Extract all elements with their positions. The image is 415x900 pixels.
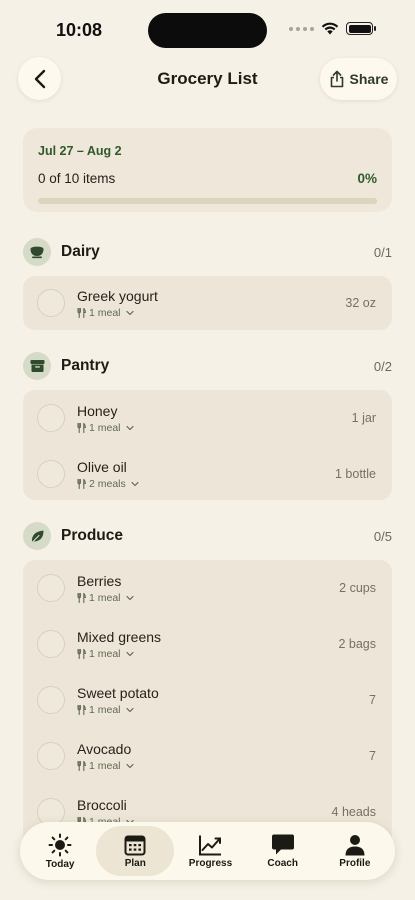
item-name: Avocado	[77, 740, 132, 757]
section-title: Produce	[61, 527, 124, 544]
fork-knife-icon	[77, 307, 86, 318]
item-name: Sweet potato	[77, 684, 159, 701]
tab-profile[interactable]: Profile	[319, 826, 391, 876]
item-quantity: 7	[369, 693, 376, 707]
summary-card: Jul 27 – Aug 2 0 of 10 items 0%	[23, 128, 392, 212]
archive-box-icon	[23, 352, 51, 380]
items-count: 0 of 10 items	[38, 171, 116, 186]
item-name: Honey	[77, 402, 118, 419]
list-item[interactable]: Mixed greens 1 meal 2 bags	[23, 616, 392, 672]
header: Grocery List Share	[0, 57, 415, 101]
percent-complete: 0%	[357, 171, 377, 186]
bottom-fade	[0, 880, 415, 900]
chevron-down-icon	[125, 595, 134, 601]
chevron-down-icon	[125, 763, 134, 769]
chevron-down-icon	[125, 310, 134, 316]
tab-label: Progress	[188, 857, 233, 869]
section-header-produce[interactable]: Produce 0/5	[23, 521, 392, 551]
status-bar: 10:08	[0, 0, 415, 56]
tab-label: Plan	[124, 857, 146, 869]
status-icons	[289, 22, 376, 35]
fork-knife-icon	[77, 648, 86, 659]
signal-icon	[289, 26, 314, 31]
item-checkbox[interactable]	[37, 289, 65, 317]
list-item[interactable]: Avocado 1 meal 7	[23, 728, 392, 784]
tab-progress[interactable]: Progress	[174, 826, 246, 876]
battery-icon	[346, 22, 376, 35]
leaf-icon	[23, 522, 51, 550]
item-quantity: 1 jar	[351, 411, 376, 425]
section-count: 0/2	[373, 358, 392, 374]
list-item[interactable]: Berries 1 meal 2 cups	[23, 560, 392, 616]
item-checkbox[interactable]	[37, 742, 65, 770]
chevron-down-icon	[131, 481, 139, 487]
wifi-icon	[321, 22, 339, 35]
chart-icon	[199, 835, 222, 855]
meals-label: 1 meal	[89, 703, 121, 716]
chevron-down-icon	[125, 651, 134, 657]
fork-knife-icon	[77, 592, 86, 603]
meals-label: 1 meal	[89, 306, 121, 319]
tab-bar: Today Plan Progress Coach Profile	[20, 822, 395, 880]
section-title: Dairy	[61, 243, 100, 260]
tab-label: Coach	[267, 858, 298, 869]
chevron-down-icon	[125, 707, 134, 713]
section-count: 0/1	[373, 244, 392, 260]
status-time: 10:08	[56, 20, 103, 40]
tab-label: Today	[45, 858, 75, 870]
section-list-produce: Berries 1 meal 2 cups Mixed greens 1 mea…	[23, 560, 392, 860]
fork-knife-icon	[77, 760, 86, 771]
share-button[interactable]: Share	[320, 58, 397, 100]
fork-knife-icon	[77, 704, 86, 715]
meals-dropdown[interactable]: 1 meal	[77, 760, 392, 772]
list-item[interactable]: Greek yogurt 1 meal 32 oz	[23, 276, 392, 330]
section-title: Pantry	[61, 357, 110, 374]
list-item[interactable]: Olive oil 2 meals 1 bottle	[23, 446, 392, 502]
meals-label: 2 meals	[89, 477, 126, 490]
fork-knife-icon	[77, 478, 86, 489]
sun-icon	[48, 833, 72, 856]
date-range: Jul 27 – Aug 2	[38, 144, 122, 158]
tab-label: Profile	[339, 857, 371, 869]
chevron-down-icon	[125, 425, 134, 431]
meals-dropdown[interactable]: 1 meal	[77, 422, 392, 434]
tab-coach[interactable]: Coach	[247, 826, 319, 876]
meals-label: 1 meal	[89, 759, 121, 772]
meals-label: 1 meal	[89, 647, 121, 660]
tab-plan[interactable]: Plan	[96, 826, 175, 876]
meals-label: 1 meal	[89, 421, 121, 434]
item-quantity: 7	[369, 749, 376, 763]
list-item[interactable]: Honey 1 meal 1 jar	[23, 390, 392, 446]
calendar-icon	[124, 835, 146, 855]
section-list-dairy: Greek yogurt 1 meal 32 oz	[23, 276, 392, 330]
cup-icon	[23, 238, 51, 266]
section-header-dairy[interactable]: Dairy 0/1	[23, 237, 392, 267]
item-quantity: 2 cups	[339, 581, 376, 595]
person-icon	[345, 834, 365, 855]
dynamic-island	[148, 13, 267, 48]
item-checkbox[interactable]	[37, 460, 65, 488]
section-count: 0/5	[373, 528, 392, 544]
progress-bar	[38, 198, 377, 204]
chat-bubble-icon	[271, 834, 294, 855]
tab-today[interactable]: Today	[24, 826, 96, 876]
item-checkbox[interactable]	[37, 404, 65, 432]
item-checkbox[interactable]	[37, 574, 65, 602]
share-icon	[330, 70, 343, 88]
item-quantity: 4 heads	[331, 805, 376, 819]
share-label: Share	[349, 71, 389, 87]
item-quantity: 32 oz	[345, 296, 376, 310]
item-quantity: 2 bags	[338, 637, 376, 651]
item-checkbox[interactable]	[37, 686, 65, 714]
item-quantity: 1 bottle	[334, 467, 376, 481]
section-header-pantry[interactable]: Pantry 0/2	[23, 351, 392, 381]
fork-knife-icon	[77, 422, 86, 433]
summary-row: 0 of 10 items 0%	[38, 171, 377, 186]
meals-label: 1 meal	[89, 591, 121, 604]
section-list-pantry: Honey 1 meal 1 jar Olive oil 2 meals 1 b…	[23, 390, 392, 500]
meals-dropdown[interactable]: 1 meal	[77, 704, 392, 716]
list-item[interactable]: Sweet potato 1 meal 7	[23, 672, 392, 728]
item-checkbox[interactable]	[37, 630, 65, 658]
